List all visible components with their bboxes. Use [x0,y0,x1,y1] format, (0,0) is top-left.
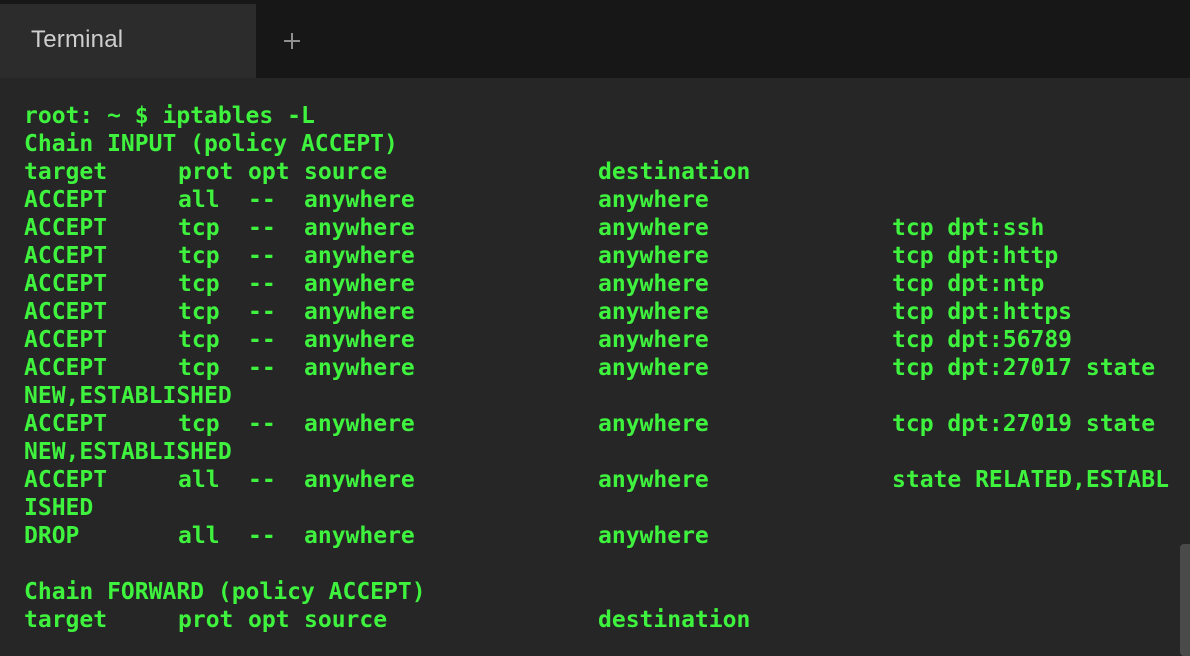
rule-extra: tcp dpt:ntp [892,271,1045,297]
column-target: target [24,607,108,633]
rule-target: ACCEPT [24,467,108,493]
rule-target: ACCEPT [24,215,108,241]
rule-extra: tcp dpt:ssh [892,215,1045,241]
rule-extra: tcp dpt:http [892,243,1059,269]
rule-target: ACCEPT [24,327,108,353]
rule-row: ACCEPT tcp -- anywhere anywhere tcp dpt:… [24,270,1044,298]
rule-row: ACCEPT tcp -- anywhere anywhere tcp dpt:… [24,326,1072,354]
rule-destination: anywhere [598,187,709,213]
rule-opt: -- [248,299,276,325]
rule-opt: -- [248,327,276,353]
column-prot: prot [178,607,234,633]
rule-extra: tcp dpt:56789 [892,327,1073,353]
rule-row: ACCEPT tcp -- anywhere anywhere tcp dpt:… [24,410,1155,438]
rule-prot: tcp [178,355,220,381]
column-header-row: target prot opt source destination [24,158,750,186]
rule-extra: state RELATED,ESTABL [892,467,1169,493]
rule-source: anywhere [304,271,415,297]
rule-row: ACCEPT all -- anywhere anywhere [24,186,709,214]
command-prompt: root: ~ $ iptables -L [24,103,315,129]
column-opt: opt [248,159,290,185]
column-target: target [24,159,108,185]
rule-row: ACCEPT tcp -- anywhere anywhere tcp dpt:… [24,298,1072,326]
rule-opt: -- [248,355,276,381]
rule-row: DROP all -- anywhere anywhere [24,522,709,550]
rule-prot: all [178,523,220,549]
rule-source: anywhere [304,355,415,381]
rule-destination: anywhere [598,523,709,549]
rule-opt: -- [248,411,276,437]
rule-destination: anywhere [598,411,709,437]
tab-label: Terminal [31,26,124,53]
rule-destination: anywhere [598,299,709,325]
rule-prot: tcp [178,243,220,269]
rule-destination: anywhere [598,467,709,493]
rule-row: ACCEPT all -- anywhere anywhere state RE… [24,466,1169,494]
rule-target: ACCEPT [24,187,108,213]
rule-wrap-line: NEW,ESTABLISHED [24,383,232,409]
rule-target: ACCEPT [24,243,108,269]
column-header-row: target prot opt source destination [24,606,750,634]
scrollbar-thumb[interactable] [1180,544,1190,656]
rule-destination: anywhere [598,243,709,269]
terminal-window: Terminal root: ~ $ iptables -L Chain INP… [0,0,1190,656]
rule-destination: anywhere [598,327,709,353]
rule-opt: -- [248,215,276,241]
rule-source: anywhere [304,411,415,437]
rule-prot: tcp [178,299,220,325]
plus-icon[interactable] [278,26,306,54]
rule-target: ACCEPT [24,355,108,381]
rule-opt: -- [248,271,276,297]
column-opt: opt [248,607,290,633]
rule-prot: all [178,467,220,493]
rule-source: anywhere [304,243,415,269]
terminal-output[interactable]: root: ~ $ iptables -L Chain INPUT (polic… [0,78,1190,656]
rule-row: ACCEPT tcp -- anywhere anywhere tcp dpt:… [24,242,1058,270]
rule-source: anywhere [304,187,415,213]
rule-prot: tcp [178,271,220,297]
rule-source: anywhere [304,327,415,353]
tab-terminal[interactable]: Terminal [0,4,256,78]
rule-opt: -- [248,243,276,269]
rule-target: DROP [24,523,80,549]
rule-target: ACCEPT [24,271,108,297]
rule-prot: tcp [178,327,220,353]
rule-extra: tcp dpt:27019 state [892,411,1156,437]
column-source: source [304,159,388,185]
rule-destination: anywhere [598,355,709,381]
rule-wrap-line: ISHED [24,495,94,521]
rule-source: anywhere [304,299,415,325]
rule-target: ACCEPT [24,299,108,325]
rule-target: ACCEPT [24,411,108,437]
column-destination: destination [598,607,751,633]
column-destination: destination [598,159,751,185]
rule-source: anywhere [304,467,415,493]
tab-bar: Terminal [0,0,1190,78]
rule-row: ACCEPT tcp -- anywhere anywhere tcp dpt:… [24,214,1044,242]
rule-destination: anywhere [598,271,709,297]
rule-prot: tcp [178,215,220,241]
rule-source: anywhere [304,523,415,549]
rule-extra: tcp dpt:https [892,299,1073,325]
rule-extra: tcp dpt:27017 state [892,355,1156,381]
chain-forward-header: Chain FORWARD (policy ACCEPT) [24,579,426,605]
rule-source: anywhere [304,215,415,241]
rule-row: ACCEPT tcp -- anywhere anywhere tcp dpt:… [24,354,1155,382]
rule-destination: anywhere [598,215,709,241]
rule-opt: -- [248,467,276,493]
rule-prot: tcp [178,411,220,437]
rule-wrap-line: NEW,ESTABLISHED [24,439,232,465]
chain-input-header: Chain INPUT (policy ACCEPT) [24,131,398,157]
column-source: source [304,607,388,633]
rule-opt: -- [248,523,276,549]
rule-prot: all [178,187,220,213]
rule-opt: -- [248,187,276,213]
column-prot: prot [178,159,234,185]
